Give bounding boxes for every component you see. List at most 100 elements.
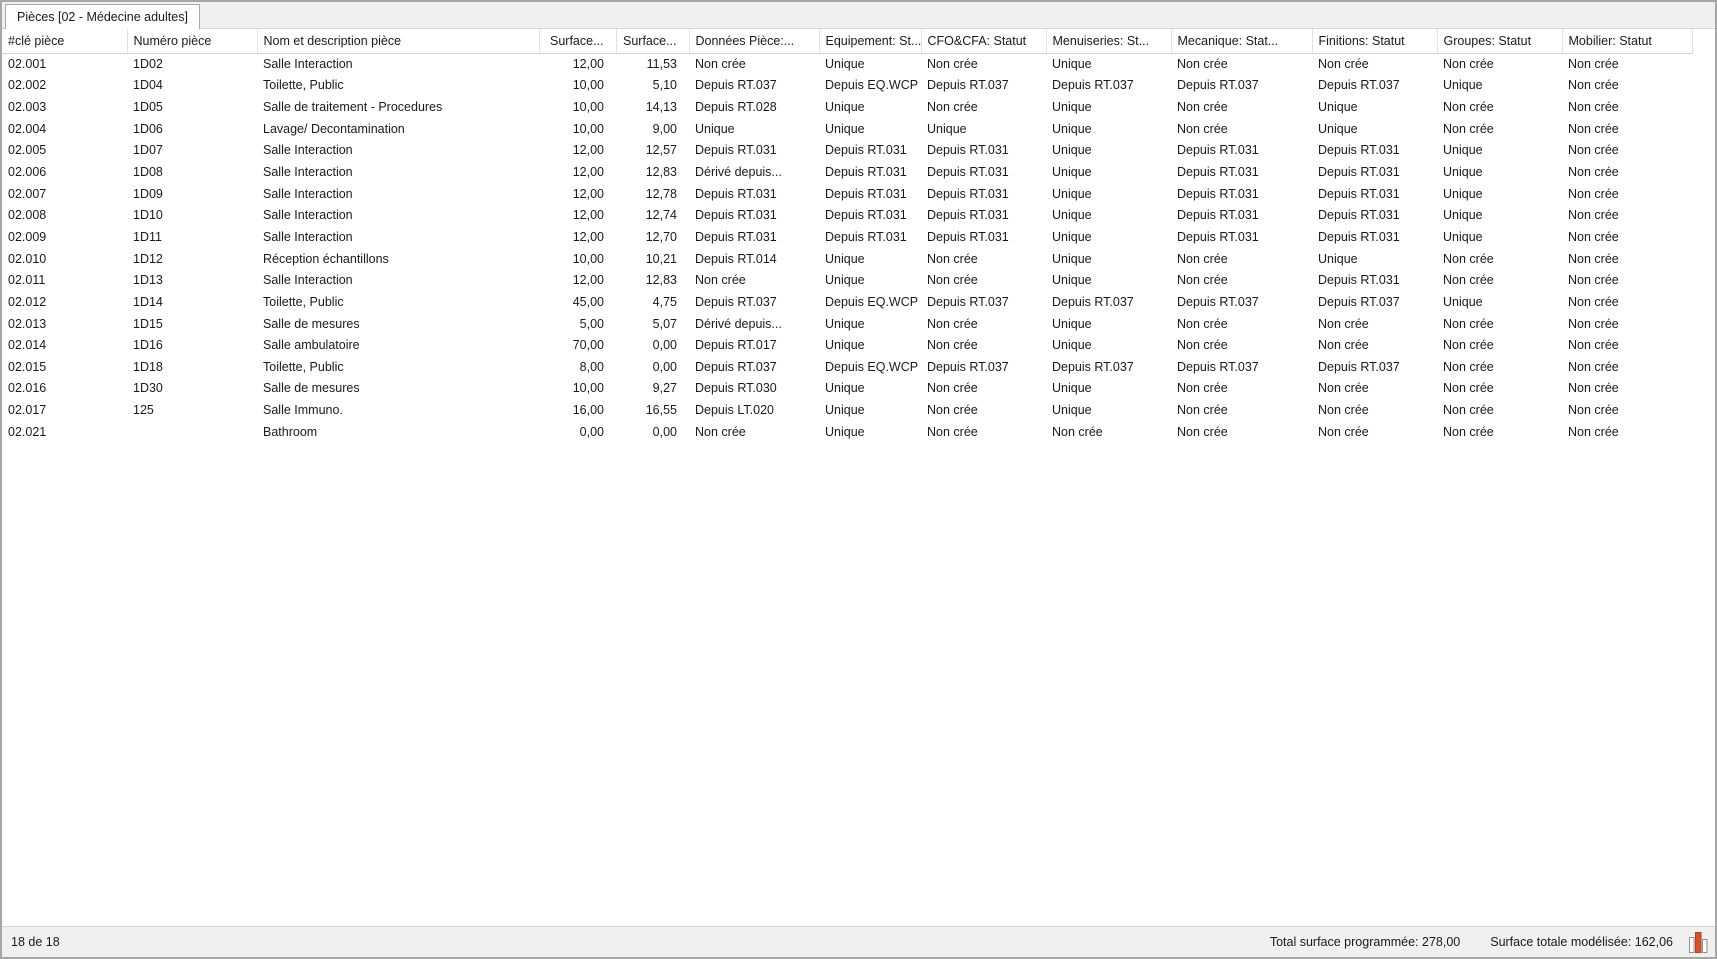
cell-mecanique: Non crée (1171, 378, 1312, 400)
column-header-cle-piece[interactable]: #clé pièce (2, 29, 127, 53)
column-header-equipement[interactable]: Equipement: St... (819, 29, 921, 53)
column-header-menuiseries[interactable]: Menuiseries: St... (1046, 29, 1171, 53)
cell-groupes: Non crée (1437, 313, 1562, 335)
table-row[interactable]: 02.0111D13Salle Interaction12,0012,83Non… (2, 269, 1692, 291)
cell-donnees-piece: Unique (689, 118, 819, 140)
cell-surface-prog: 10,00 (539, 96, 616, 118)
table-row[interactable]: 02.021Bathroom0,000,00Non créeUniqueNon … (2, 421, 1692, 443)
cell-finitions: Depuis RT.031 (1312, 183, 1437, 205)
cell-surface-mod: 9,00 (616, 118, 689, 140)
cell-mecanique: Depuis RT.031 (1171, 140, 1312, 162)
column-header-surface-prog[interactable]: Surface... (539, 29, 616, 53)
cell-menuiseries: Unique (1046, 248, 1171, 270)
cell-finitions: Depuis RT.037 (1312, 291, 1437, 313)
cell-surface-mod: 12,57 (616, 140, 689, 162)
cell-cfo-cfa: Non crée (921, 378, 1046, 400)
cell-equipement: Depuis RT.031 (819, 140, 921, 162)
cell-equipement: Depuis RT.031 (819, 161, 921, 183)
table-row[interactable]: 02.0131D15Salle de mesures5,005,07Dérivé… (2, 313, 1692, 335)
table-row[interactable]: 02.0121D14Toilette, Public45,004,75Depui… (2, 291, 1692, 313)
table-row[interactable]: 02.0041D06Lavage/ Decontamination10,009,… (2, 118, 1692, 140)
total-modeled-surface: Surface totale modélisée: 162,06 (1490, 935, 1673, 949)
cell-surface-prog: 12,00 (539, 204, 616, 226)
cell-finitions: Depuis RT.037 (1312, 75, 1437, 97)
cell-equipement: Depuis RT.031 (819, 204, 921, 226)
cell-groupes: Non crée (1437, 269, 1562, 291)
cell-cfo-cfa: Depuis RT.037 (921, 75, 1046, 97)
cell-nom-description: Réception échantillons (257, 248, 539, 270)
cell-surface-mod: 5,07 (616, 313, 689, 335)
table-row[interactable]: 02.0151D18Toilette, Public8,000,00Depuis… (2, 356, 1692, 378)
cell-finitions: Depuis RT.031 (1312, 161, 1437, 183)
cell-mobilier: Non crée (1562, 334, 1692, 356)
table-row[interactable]: 02.0101D12Réception échantillons10,0010,… (2, 248, 1692, 270)
column-header-groupes[interactable]: Groupes: Statut (1437, 29, 1562, 53)
column-header-mecanique[interactable]: Mecanique: Stat... (1171, 29, 1312, 53)
cell-mobilier: Non crée (1562, 269, 1692, 291)
table-row[interactable]: 02.0071D09Salle Interaction12,0012,78Dep… (2, 183, 1692, 205)
cell-groupes: Non crée (1437, 118, 1562, 140)
cell-finitions: Unique (1312, 118, 1437, 140)
cell-finitions: Depuis RT.031 (1312, 140, 1437, 162)
table-row[interactable]: 02.0161D30Salle de mesures10,009,27Depui… (2, 378, 1692, 400)
cell-numero-piece: 1D16 (127, 334, 257, 356)
cell-surface-mod: 9,27 (616, 378, 689, 400)
column-header-numero-piece[interactable]: Numéro pièce (127, 29, 257, 53)
table-row[interactable]: 02.017125Salle Immuno.16,0016,55Depuis L… (2, 399, 1692, 421)
column-header-surface-mod[interactable]: Surface... (616, 29, 689, 53)
column-header-donnees-piece[interactable]: Données Pièce:... (689, 29, 819, 53)
cell-nom-description: Salle Interaction (257, 161, 539, 183)
row-count: 18 de 18 (11, 935, 60, 949)
cell-groupes: Non crée (1437, 248, 1562, 270)
status-bar: 18 de 18 Total surface programmée: 278,0… (2, 926, 1715, 957)
cell-menuiseries: Depuis RT.037 (1046, 356, 1171, 378)
cell-surface-prog: 12,00 (539, 226, 616, 248)
cell-equipement: Unique (819, 118, 921, 140)
cell-numero-piece: 1D11 (127, 226, 257, 248)
cell-surface-prog: 10,00 (539, 75, 616, 97)
cell-cle-piece: 02.021 (2, 421, 127, 443)
cell-groupes: Unique (1437, 204, 1562, 226)
cell-mobilier: Non crée (1562, 183, 1692, 205)
tab-pieces[interactable]: Pièces [02 - Médecine adultes] (5, 4, 200, 29)
cell-numero-piece: 1D13 (127, 269, 257, 291)
cell-mobilier: Non crée (1562, 204, 1692, 226)
cell-surface-prog: 12,00 (539, 183, 616, 205)
cell-cle-piece: 02.002 (2, 75, 127, 97)
cell-mecanique: Depuis RT.031 (1171, 226, 1312, 248)
table-row[interactable]: 02.0031D05Salle de traitement - Procedur… (2, 96, 1692, 118)
table-row[interactable]: 02.0091D11Salle Interaction12,0012,70Dep… (2, 226, 1692, 248)
cell-equipement: Depuis RT.031 (819, 183, 921, 205)
cell-groupes: Non crée (1437, 96, 1562, 118)
cell-surface-mod: 4,75 (616, 291, 689, 313)
cell-cle-piece: 02.014 (2, 334, 127, 356)
cell-menuiseries: Unique (1046, 399, 1171, 421)
table-row[interactable]: 02.0021D04Toilette, Public10,005,10Depui… (2, 75, 1692, 97)
cell-mobilier: Non crée (1562, 140, 1692, 162)
table-row[interactable]: 02.0061D08Salle Interaction12,0012,83Dér… (2, 161, 1692, 183)
cell-mobilier: Non crée (1562, 378, 1692, 400)
cell-menuiseries: Unique (1046, 118, 1171, 140)
cell-equipement: Unique (819, 313, 921, 335)
table-row[interactable]: 02.0141D16Salle ambulatoire70,000,00Depu… (2, 334, 1692, 356)
column-header-finitions[interactable]: Finitions: Statut (1312, 29, 1437, 53)
cell-surface-mod: 12,83 (616, 269, 689, 291)
table-row[interactable]: 02.0011D02Salle Interaction12,0011,53Non… (2, 53, 1692, 75)
bar-chart-icon[interactable] (1687, 929, 1709, 955)
cell-cle-piece: 02.003 (2, 96, 127, 118)
cell-cfo-cfa: Depuis RT.037 (921, 356, 1046, 378)
table-row[interactable]: 02.0081D10Salle Interaction12,0012,74Dep… (2, 204, 1692, 226)
column-header-cfo-cfa[interactable]: CFO&CFA: Statut (921, 29, 1046, 53)
cell-numero-piece: 1D14 (127, 291, 257, 313)
cell-nom-description: Salle Interaction (257, 226, 539, 248)
column-header-mobilier[interactable]: Mobilier: Statut (1562, 29, 1692, 53)
cell-mecanique: Depuis RT.031 (1171, 161, 1312, 183)
cell-mecanique: Non crée (1171, 399, 1312, 421)
cell-numero-piece: 1D15 (127, 313, 257, 335)
cell-cle-piece: 02.004 (2, 118, 127, 140)
table-row[interactable]: 02.0051D07Salle Interaction12,0012,57Dep… (2, 140, 1692, 162)
cell-numero-piece: 1D12 (127, 248, 257, 270)
column-header-nom-description[interactable]: Nom et description pièce (257, 29, 539, 53)
cell-cfo-cfa: Depuis RT.031 (921, 204, 1046, 226)
cell-groupes: Non crée (1437, 399, 1562, 421)
